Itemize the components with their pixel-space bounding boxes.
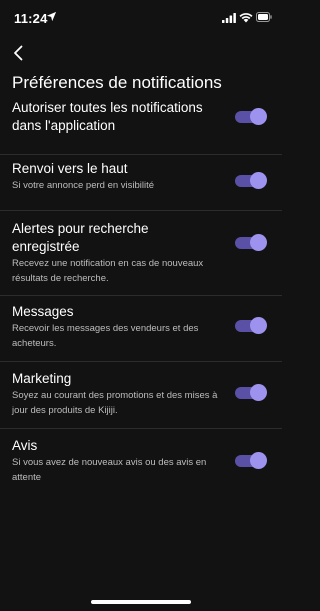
toggle-marketing[interactable]	[235, 384, 267, 401]
setting-row-saved-search-alerts: Alertes pour recherche enregistrée Recev…	[0, 211, 282, 295]
toggle-messages[interactable]	[235, 317, 267, 334]
setting-label: Alertes pour recherche enregistrée	[12, 221, 149, 254]
battery-icon	[256, 12, 272, 22]
status-time: 11:24	[14, 11, 48, 26]
back-button[interactable]	[7, 42, 29, 64]
toggle-all-notifications[interactable]	[235, 108, 267, 125]
toggle-reviews[interactable]	[235, 452, 267, 469]
setting-row-all-notifications: Autoriser toutes les notifications dans …	[0, 96, 282, 154]
toggle-knob	[250, 234, 267, 251]
setting-row-reviews: Avis Si vous avez de nouveaux avis ou de…	[0, 429, 282, 495]
toggle-knob	[250, 452, 267, 469]
setting-label: Renvoi vers le haut	[12, 161, 128, 176]
setting-row-messages: Messages Recevoir les messages des vende…	[0, 296, 282, 361]
settings-list: Autoriser toutes les notifications dans …	[0, 96, 282, 495]
setting-description: Soyez au courant des promotions et des m…	[12, 390, 218, 416]
status-bar: 11:24	[0, 0, 282, 34]
setting-description: Si votre annonce perd en visibilité	[12, 180, 155, 191]
setting-label: Messages	[12, 304, 74, 319]
setting-label: Autoriser toutes les notifications dans …	[12, 100, 203, 133]
toggle-knob	[250, 108, 267, 125]
toggle-bump-up[interactable]	[235, 172, 267, 189]
setting-description: Si vous avez de nouveaux avis ou des avi…	[12, 457, 207, 483]
wifi-icon	[239, 13, 253, 23]
setting-row-bump-up: Renvoi vers le haut Si votre annonce per…	[0, 155, 282, 210]
toggle-knob	[250, 384, 267, 401]
setting-description: Recevez une notification en cas de nouve…	[12, 258, 204, 284]
toggle-knob	[250, 317, 267, 334]
chevron-left-icon	[14, 45, 23, 61]
setting-label: Avis	[12, 438, 38, 453]
toggle-knob	[250, 172, 267, 189]
toggle-saved-search-alerts[interactable]	[235, 234, 267, 251]
setting-row-marketing: Marketing Soyez au courant des promotion…	[0, 362, 282, 428]
signal-icon	[222, 13, 236, 23]
home-indicator[interactable]	[91, 600, 191, 604]
setting-label: Marketing	[12, 371, 72, 386]
setting-description: Recevoir les messages des vendeurs et de…	[12, 323, 199, 349]
location-arrow-icon	[46, 11, 57, 22]
page-title: Préférences de notifications	[12, 73, 222, 92]
